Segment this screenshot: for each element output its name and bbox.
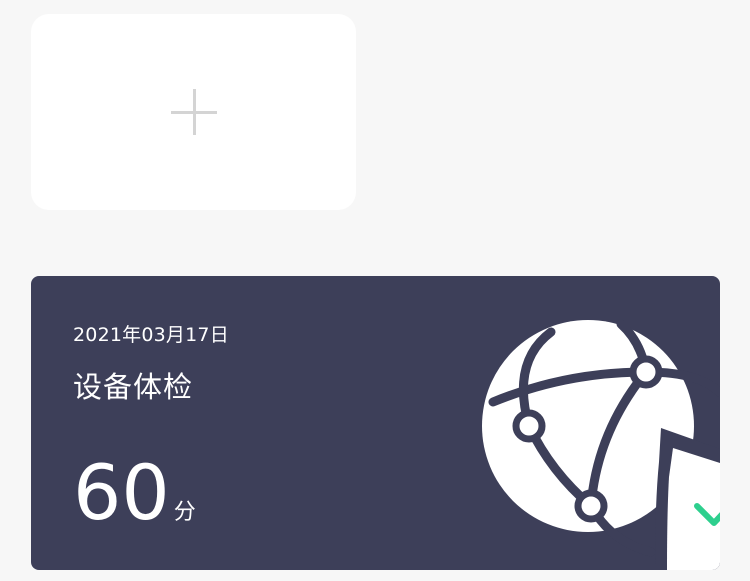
checkup-title: 设备体检	[73, 370, 194, 404]
plus-icon	[170, 89, 217, 135]
page: 2021年03月17日 设备体检 60 分	[0, 0, 750, 581]
score-value: 60	[73, 448, 170, 537]
checkup-score: 60 分	[73, 448, 196, 538]
checkup-date: 2021年03月17日	[73, 324, 229, 346]
device-checkup-card[interactable]: 2021年03月17日 设备体检 60 分	[31, 276, 720, 570]
score-unit: 分	[173, 500, 196, 525]
add-device-card[interactable]	[31, 14, 356, 210]
globe-network-shield-check-icon	[482, 319, 720, 570]
